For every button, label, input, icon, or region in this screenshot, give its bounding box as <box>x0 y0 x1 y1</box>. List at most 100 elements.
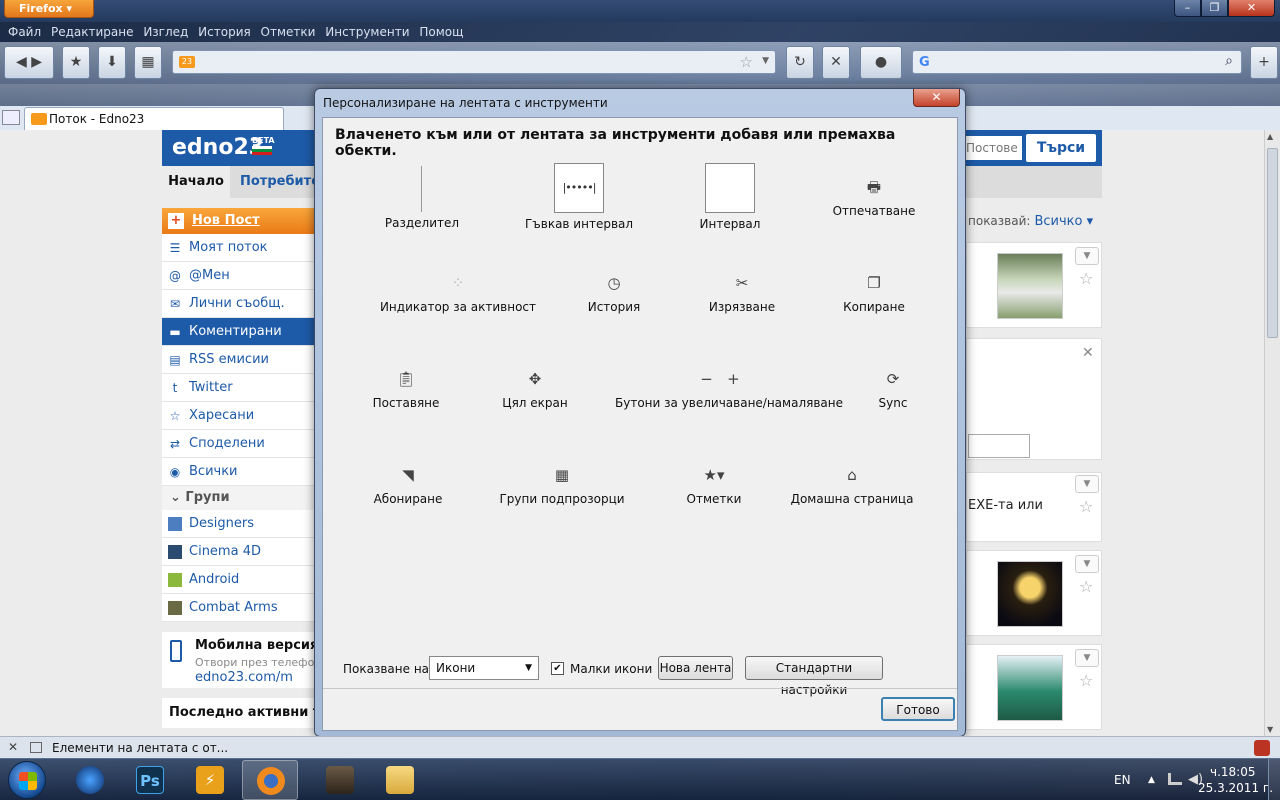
site-search-button[interactable]: Търси <box>1026 134 1096 162</box>
palette-item-fullscreen[interactable]: ✥ Цял екран <box>487 368 583 410</box>
tab-list-icon[interactable] <box>2 110 20 125</box>
stop-icon[interactable]: ✕ <box>822 46 850 79</box>
bookmark-star-icon[interactable]: ☆ <box>740 53 753 71</box>
close-icon[interactable]: ✕ <box>913 89 960 107</box>
taskbar-app[interactable]: ⚡ <box>182 760 238 800</box>
close-addon-bar-icon[interactable]: ✕ <box>8 740 18 754</box>
new-post-button[interactable]: + Нов Пост <box>162 208 322 234</box>
sidebar-item-rss[interactable]: ▤ RSS емисии <box>162 346 322 374</box>
taskbar-app[interactable]: Ps <box>122 760 178 800</box>
language-indicator[interactable]: EN <box>1114 773 1131 787</box>
small-icons-label[interactable]: Малки икони <box>570 662 652 676</box>
group-item[interactable]: Android <box>162 566 322 594</box>
palette-item-sync[interactable]: ⟳ Sync <box>863 368 923 410</box>
group-item[interactable]: Cinema 4D <box>162 538 322 566</box>
palette-item-flexible-space[interactable]: Гъвкав интервал <box>519 217 639 231</box>
scroll-up-icon[interactable]: ▲ <box>1267 132 1273 141</box>
menu-help[interactable]: Помощ <box>419 22 463 42</box>
network-icon[interactable] <box>1168 773 1182 785</box>
palette-item-bookmarks[interactable]: ★▾ Отметки <box>669 464 759 506</box>
scrollbar-thumb[interactable] <box>1267 148 1278 338</box>
palette-item-feed[interactable]: ◥ Абониране <box>361 464 455 506</box>
taskbar-app[interactable] <box>62 760 118 800</box>
apps-icon[interactable]: ▦ <box>134 46 162 79</box>
separator-icon[interactable] <box>421 166 422 212</box>
flexible-space-icon[interactable]: |•••••| <box>554 163 604 213</box>
group-item[interactable]: Combat Arms <box>162 594 322 622</box>
palette-item-zoom[interactable]: − + Бутони за увеличаване/намаляване <box>615 368 843 410</box>
url-dropdown-icon[interactable]: ▼ <box>762 56 769 66</box>
star-icon[interactable]: ☆ <box>1079 671 1093 690</box>
star-icon[interactable]: ☆ <box>1079 497 1093 516</box>
palette-item-throbber[interactable]: ⁘ Индикатор за активност <box>371 272 545 314</box>
new-toolbar-button[interactable]: Нова лента <box>658 656 733 680</box>
palette-item-copy[interactable]: ❐ Копиране <box>829 272 919 314</box>
star-icon[interactable]: ☆ <box>1079 269 1093 288</box>
extension-icon[interactable]: ● <box>860 46 902 79</box>
firefox-app-menu-button[interactable]: Firefox ▾ <box>4 0 94 18</box>
sidebar-item-shared[interactable]: ⇄ Споделени <box>162 430 322 458</box>
sidebar-item-messages[interactable]: ✉ Лични съобщ. <box>162 290 322 318</box>
menu-history[interactable]: История <box>198 22 251 42</box>
palette-item-paste[interactable]: 📋︎ Поставяне <box>361 368 451 410</box>
addon-icon[interactable]: + <box>1250 46 1278 79</box>
show-select[interactable]: Икони ▼ <box>429 656 539 680</box>
taskbar-app[interactable] <box>372 760 428 800</box>
reply-input[interactable] <box>968 434 1030 458</box>
post-thumbnail[interactable] <box>997 655 1063 721</box>
site-logo[interactable]: edno23 <box>172 135 264 160</box>
restore-icon[interactable]: ❐ <box>1201 0 1228 17</box>
sidebar-item-my-stream[interactable]: ☰ Моят поток <box>162 234 322 262</box>
sidebar-item-all[interactable]: ◉ Всички <box>162 458 322 486</box>
palette-item-tab-groups[interactable]: ▦ Групи подпрозорци <box>497 464 627 506</box>
star-icon[interactable]: ☆ <box>1079 577 1093 596</box>
close-icon[interactable]: ✕ <box>1228 0 1275 17</box>
sidebar-item-commented[interactable]: ▬ Коментирани <box>162 318 322 346</box>
palette-item-print[interactable]: 🖶 Отпечатване <box>819 176 929 218</box>
clock-time[interactable]: ч.18:05 <box>1210 765 1256 779</box>
page-scrollbar[interactable]: ▲ ▼ <box>1264 130 1280 736</box>
menu-edit[interactable]: Редактиране <box>51 22 134 42</box>
group-item[interactable]: Designers <box>162 510 322 538</box>
filter-dropdown[interactable]: Всичко ▾ <box>1034 214 1093 229</box>
close-icon[interactable]: ✕ <box>1082 345 1094 361</box>
menu-tools[interactable]: Инструменти <box>325 22 409 42</box>
tab-edno23[interactable]: Поток - Edno23 <box>24 107 284 130</box>
menu-file[interactable]: Файл <box>8 22 41 42</box>
downloads-icon[interactable]: ⬇ <box>98 46 126 79</box>
palette-item-history[interactable]: ◷ История <box>569 272 659 314</box>
chevron-down-icon[interactable]: ▼ <box>1075 649 1099 667</box>
bookmarks-menu-icon[interactable]: ★ <box>62 46 90 79</box>
addon-status-icon[interactable] <box>1254 740 1270 756</box>
tray-flag-icon[interactable]: ▲ <box>1148 775 1155 785</box>
search-bar[interactable]: G ⌕ <box>912 50 1242 74</box>
sidebar-item-mentions[interactable]: @ @Мен <box>162 262 322 290</box>
taskbar-app[interactable] <box>312 760 368 800</box>
menu-bookmarks[interactable]: Отметки <box>261 22 316 42</box>
sidebar-item-twitter[interactable]: t Twitter <box>162 374 322 402</box>
palette-item-cut[interactable]: ✂ Изрязване <box>697 272 787 314</box>
restore-defaults-button[interactable]: Стандартни настройки <box>745 656 883 697</box>
minimize-icon[interactable]: – <box>1174 0 1201 17</box>
groups-header[interactable]: ⌄ Групи <box>162 486 322 510</box>
post-thumbnail[interactable] <box>997 561 1063 627</box>
palette-item-home[interactable]: ⌂ Домашна страница <box>787 464 917 506</box>
url-bar[interactable]: 23 ☆ ▼ <box>172 50 776 74</box>
search-icon[interactable]: ⌕ <box>1225 53 1233 69</box>
chevron-down-icon[interactable]: ▼ <box>1075 247 1099 265</box>
small-icons-checkbox[interactable]: ✔ <box>551 662 564 675</box>
space-icon[interactable] <box>705 163 755 213</box>
menu-view[interactable]: Изглед <box>143 22 188 42</box>
site-search-input[interactable]: Постове <box>962 136 1022 160</box>
sidebar-item-liked[interactable]: ☆ Харесани <box>162 402 322 430</box>
palette-item-space[interactable]: Интервал <box>685 217 775 231</box>
clock-date[interactable]: 25.3.2011 г. <box>1198 781 1273 795</box>
chevron-down-icon[interactable]: ▼ <box>1075 555 1099 573</box>
google-icon[interactable]: G <box>919 55 930 70</box>
done-button[interactable]: Готово <box>881 697 955 721</box>
reload-icon[interactable]: ↻ <box>786 46 814 79</box>
mobile-link[interactable]: edno23.com/m <box>195 670 293 685</box>
post-thumbnail[interactable] <box>997 253 1063 319</box>
chevron-down-icon[interactable]: ▼ <box>1075 475 1099 493</box>
back-forward-button[interactable]: ◀ ▶ <box>4 46 54 79</box>
